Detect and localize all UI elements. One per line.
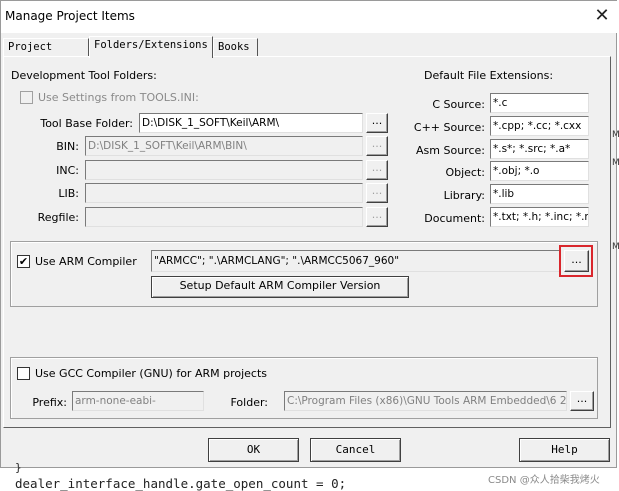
tab-label: Folders/Extensions <box>94 39 208 51</box>
lib-browse-button[interactable]: ... <box>366 183 388 203</box>
regfile-browse-button[interactable]: ... <box>366 207 388 227</box>
document-label: Document: <box>424 212 485 225</box>
watermark: CSDN @众人拾柴我烤火 <box>488 475 600 486</box>
document-input[interactable]: *.txt; *.h; *.inc; *.md <box>490 207 589 227</box>
setup-default-arm-compiler-button[interactable]: Setup Default ARM Compiler Version <box>151 276 409 298</box>
use-arm-compiler-checkbox[interactable]: ✔ <box>17 255 30 268</box>
title-bar: Manage Project Items ✕ <box>1 1 618 33</box>
use-arm-compiler-label: Use ARM Compiler <box>35 255 137 268</box>
use-settings-label: Use Settings from TOOLS.INI: <box>38 91 199 104</box>
tool-base-folder-label: Tool Base Folder: <box>40 117 133 130</box>
edge-glyph: M <box>612 242 619 252</box>
edge-glyph: M <box>612 158 619 168</box>
object-input[interactable]: *.obj; *.o <box>490 161 589 181</box>
lib-label: LIB: <box>58 187 79 200</box>
regfile-label: Regfile: <box>37 211 79 224</box>
window-title: Manage Project Items <box>5 9 135 23</box>
folder-input[interactable]: C:\Program Files (x86)\GNU Tools ARM Emb… <box>284 391 567 411</box>
tool-base-folder-browse-button[interactable]: ... <box>366 113 388 133</box>
asm-source-label: Asm Source: <box>416 144 485 157</box>
tool-base-folder-input[interactable]: D:\DISK_1_SOFT\Keil\ARM\ <box>139 113 363 133</box>
code-line-brace: } <box>15 461 22 474</box>
inc-browse-button[interactable]: ... <box>366 160 388 180</box>
tool-folders-heading: Development Tool Folders: <box>11 69 157 82</box>
inc-label: INC: <box>56 164 79 177</box>
gcc-folder-browse-button[interactable]: ... <box>570 391 594 411</box>
library-input[interactable]: *.lib <box>490 184 589 204</box>
object-label: Object: <box>445 166 485 179</box>
bin-label: BIN: <box>56 140 79 153</box>
bin-input[interactable]: D:\DISK_1_SOFT\Keil\ARM\BIN\ <box>85 136 363 156</box>
arm-compiler-input[interactable]: "ARMCC"; ".\ARMCLANG"; ".\ARMCC5067_960" <box>151 250 561 272</box>
tab-label: Books <box>218 41 250 53</box>
extensions-heading: Default File Extensions: <box>424 69 554 82</box>
tab-books[interactable]: Books <box>213 38 258 57</box>
cpp-source-input[interactable]: *.cpp; *.cc; *.cxx <box>490 116 589 136</box>
cancel-button[interactable]: Cancel <box>310 438 401 462</box>
library-label: Library: <box>443 189 485 202</box>
ok-button[interactable]: OK <box>208 438 299 462</box>
use-gcc-compiler-label: Use GCC Compiler (GNU) for ARM projects <box>35 367 268 380</box>
tab-folders-extensions[interactable]: Folders/Extensions <box>89 36 213 58</box>
prefix-input[interactable]: arm-none-eabi- <box>72 391 204 411</box>
lib-input[interactable] <box>85 183 363 203</box>
c-source-input[interactable]: *.c <box>490 93 589 113</box>
tab-project-items[interactable]: Project Items <box>3 38 89 70</box>
use-settings-checkbox[interactable] <box>20 91 33 104</box>
highlight-box <box>559 245 593 277</box>
bin-browse-button[interactable]: ... <box>366 136 388 156</box>
asm-source-input[interactable]: *.s*; *.src; *.a* <box>490 139 589 159</box>
manage-project-items-dialog: Manage Project Items ✕ Project Items Fol… <box>0 0 618 468</box>
prefix-label: Prefix: <box>32 396 67 409</box>
cpp-source-label: C++ Source: <box>413 121 485 134</box>
help-button[interactable]: Help <box>519 438 610 462</box>
inc-input[interactable] <box>85 160 363 180</box>
c-source-label: C Source: <box>432 98 485 111</box>
regfile-input[interactable] <box>85 207 363 227</box>
edge-glyph: M <box>612 130 619 140</box>
close-icon[interactable]: ✕ <box>591 5 613 27</box>
use-gcc-compiler-checkbox[interactable] <box>17 367 30 380</box>
folder-label: Folder: <box>230 396 268 409</box>
